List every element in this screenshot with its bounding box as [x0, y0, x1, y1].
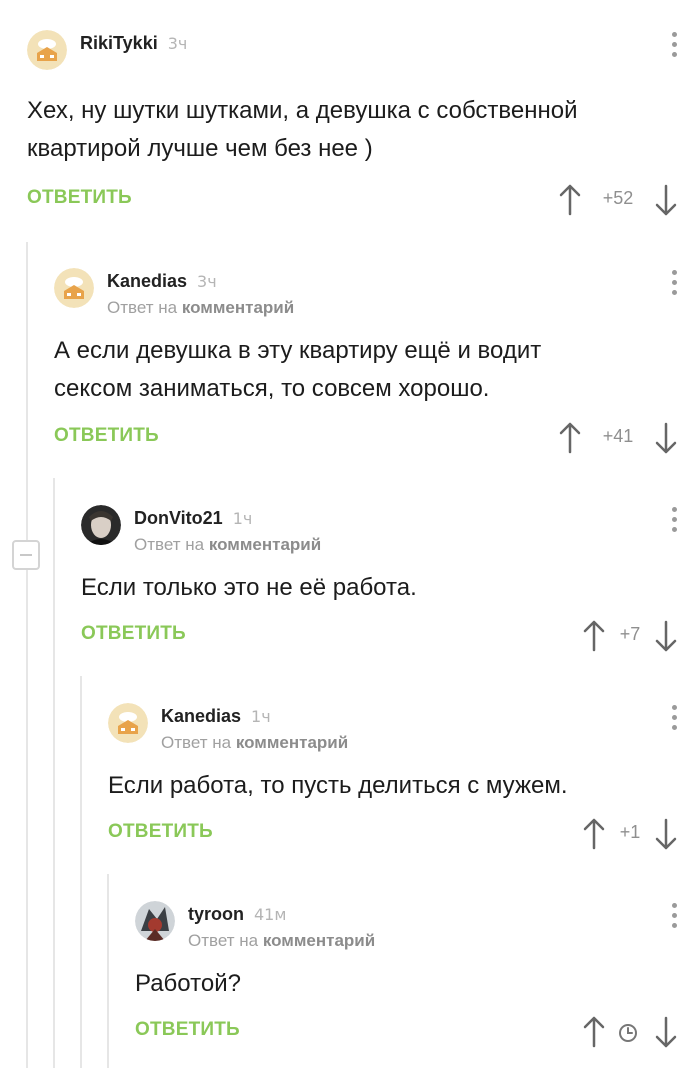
score: +7	[619, 624, 641, 644]
avatar[interactable]	[81, 505, 121, 545]
more-vertical-icon[interactable]	[672, 705, 678, 733]
author-name[interactable]: tyroon 41м	[188, 904, 286, 925]
reply-to-link[interactable]: комментарий	[182, 298, 294, 317]
comment-text: Если только это не её работа.	[81, 574, 417, 601]
reply-to: Ответ на комментарий	[188, 931, 376, 950]
arrow-up-icon[interactable]	[558, 183, 582, 217]
comment-text: Если работа, то пусть делиться с мужем.	[108, 772, 568, 799]
more-vertical-icon[interactable]	[672, 903, 678, 931]
comment: tyroon 41м Ответ на комментарий Работой? …	[135, 901, 678, 1051]
arrow-up-icon[interactable]	[582, 619, 606, 653]
reply-to: Ответ на комментарий	[107, 298, 295, 317]
comment: Kanedias 3ч Ответ на комментарий А если д…	[54, 268, 678, 457]
reply-button[interactable]: ОТВЕТИТЬ	[27, 187, 132, 209]
reply-button[interactable]: ОТВЕТИТЬ	[108, 821, 213, 843]
comment: Kanedias 1ч Ответ на комментарий Если раб…	[108, 703, 678, 853]
comment-time: 3ч	[167, 34, 188, 53]
thread-line-level-1	[26, 242, 28, 1068]
comment: RikiTykki 3ч Хех, ну шутки шутками, а дев…	[27, 30, 678, 219]
author-name[interactable]: Kanedias 3ч	[107, 271, 217, 292]
arrow-up-icon[interactable]	[558, 421, 582, 455]
score: +41	[602, 426, 634, 446]
rating: +41	[558, 417, 678, 457]
comment-text: Работой?	[135, 970, 241, 997]
comment-time: 1ч	[232, 509, 253, 528]
comment-text: Хех, ну шутки шутками, а девушка с собст…	[27, 97, 578, 162]
rating: +7	[582, 615, 678, 655]
reply-to: Ответ на комментарий	[161, 733, 349, 752]
collapse-thread-button[interactable]	[12, 540, 40, 570]
rating: +52	[558, 179, 678, 219]
reply-to-link[interactable]: комментарий	[236, 733, 348, 752]
clock-icon	[619, 1024, 637, 1042]
author-name[interactable]: DonVito21 1ч	[134, 508, 252, 529]
score: +1	[619, 822, 641, 842]
comment: DonVito21 1ч Ответ на комментарий Если то…	[81, 505, 678, 655]
avatar[interactable]	[27, 30, 67, 70]
rating	[582, 1011, 678, 1051]
more-vertical-icon[interactable]	[672, 507, 678, 535]
arrow-down-icon[interactable]	[654, 421, 678, 455]
reply-button[interactable]: ОТВЕТИТЬ	[54, 425, 159, 447]
reply-to: Ответ на комментарий	[134, 535, 322, 554]
arrow-up-icon[interactable]	[582, 1015, 606, 1049]
reply-to-link[interactable]: комментарий	[209, 535, 321, 554]
avatar[interactable]	[135, 901, 175, 941]
comment-time: 41м	[254, 905, 287, 924]
avatar[interactable]	[54, 268, 94, 308]
arrow-up-icon[interactable]	[582, 817, 606, 851]
thread-line-level-4	[107, 874, 109, 1068]
arrow-down-icon[interactable]	[654, 619, 678, 653]
comment-time: 1ч	[251, 707, 271, 726]
comment-text: А если девушка в эту квартиру ещё и води…	[54, 337, 542, 402]
thread-line-level-2	[53, 478, 55, 1068]
rating: +1	[582, 813, 678, 853]
author-name[interactable]: Kanedias 1ч	[161, 706, 271, 727]
arrow-down-icon[interactable]	[654, 183, 678, 217]
more-vertical-icon[interactable]	[672, 32, 678, 60]
reply-button[interactable]: ОТВЕТИТЬ	[81, 623, 186, 645]
thread-line-level-3	[80, 676, 82, 1068]
more-vertical-icon[interactable]	[672, 270, 678, 298]
score: +52	[602, 188, 634, 208]
arrow-down-icon[interactable]	[654, 817, 678, 851]
comment-time: 3ч	[197, 272, 217, 291]
arrow-down-icon[interactable]	[654, 1015, 678, 1049]
author-name[interactable]: RikiTykki 3ч	[80, 33, 187, 54]
avatar[interactable]	[108, 703, 148, 743]
reply-to-link[interactable]: комментарий	[263, 931, 375, 950]
reply-button[interactable]: ОТВЕТИТЬ	[135, 1019, 240, 1041]
